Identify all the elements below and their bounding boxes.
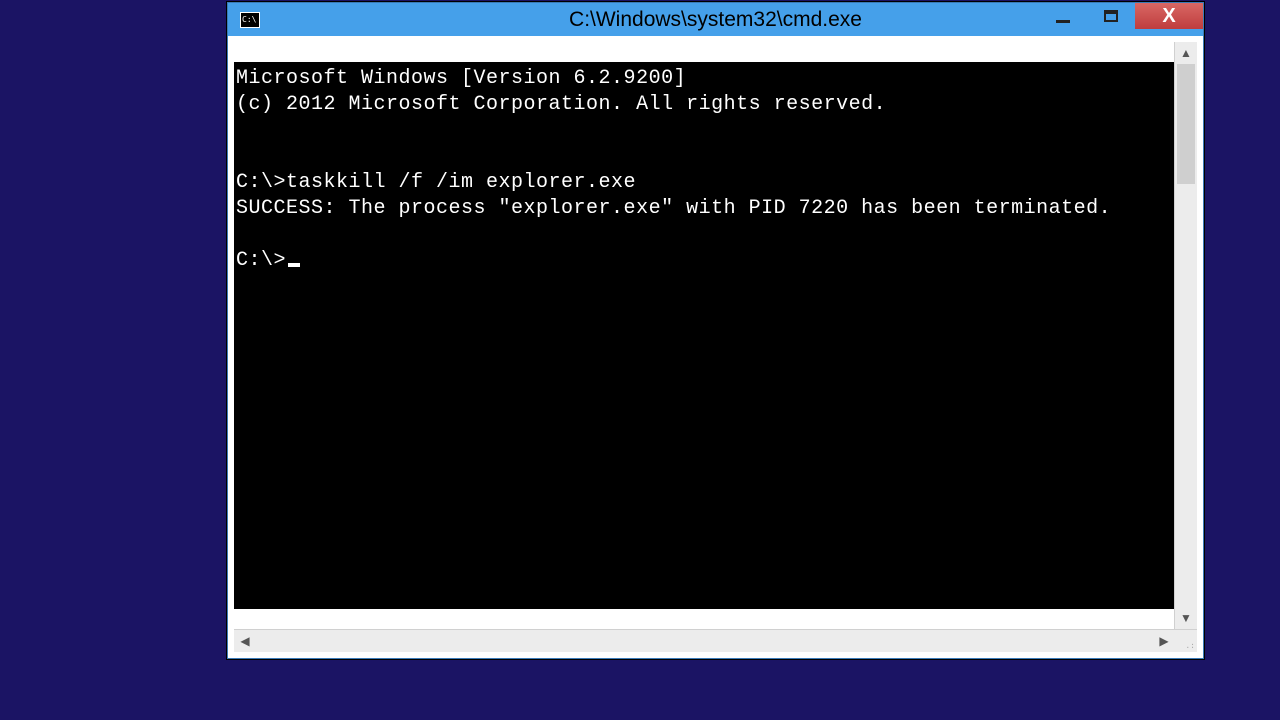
window-controls: X xyxy=(1039,3,1203,29)
horizontal-scrollbar[interactable]: ◀ ▶ .: xyxy=(234,629,1197,652)
console-output[interactable]: Microsoft Windows [Version 6.2.9200] (c)… xyxy=(234,62,1174,609)
client-area: Microsoft Windows [Version 6.2.9200] (c)… xyxy=(234,42,1197,652)
console-line: SUCCESS: The process "explorer.exe" with… xyxy=(236,197,1111,220)
scroll-down-button[interactable]: ▼ xyxy=(1175,607,1197,629)
hscroll-track[interactable] xyxy=(256,630,1153,652)
cmd-icon xyxy=(240,12,260,28)
titlebar[interactable]: C:\Windows\system32\cmd.exe X xyxy=(228,3,1203,36)
scroll-right-button[interactable]: ▶ xyxy=(1153,630,1175,652)
console-line: Microsoft Windows [Version 6.2.9200] xyxy=(236,67,686,90)
scroll-up-button[interactable]: ▲ xyxy=(1175,42,1197,64)
console-line: C:\>taskkill /f /im explorer.exe xyxy=(236,171,636,194)
console-line: (c) 2012 Microsoft Corporation. All righ… xyxy=(236,93,886,116)
console-prompt: C:\> xyxy=(236,249,286,272)
resize-grip-icon[interactable]: .: xyxy=(1175,630,1197,652)
cursor xyxy=(288,263,300,267)
vscroll-track[interactable] xyxy=(1175,64,1197,607)
cmd-window: C:\Windows\system32\cmd.exe X Microsoft … xyxy=(227,2,1204,659)
vertical-scrollbar[interactable]: ▲ ▼ xyxy=(1174,42,1197,629)
vscroll-thumb[interactable] xyxy=(1177,64,1195,184)
minimize-button[interactable] xyxy=(1039,3,1087,29)
close-button[interactable]: X xyxy=(1135,3,1203,29)
maximize-button[interactable] xyxy=(1087,3,1135,29)
scroll-left-button[interactable]: ◀ xyxy=(234,630,256,652)
